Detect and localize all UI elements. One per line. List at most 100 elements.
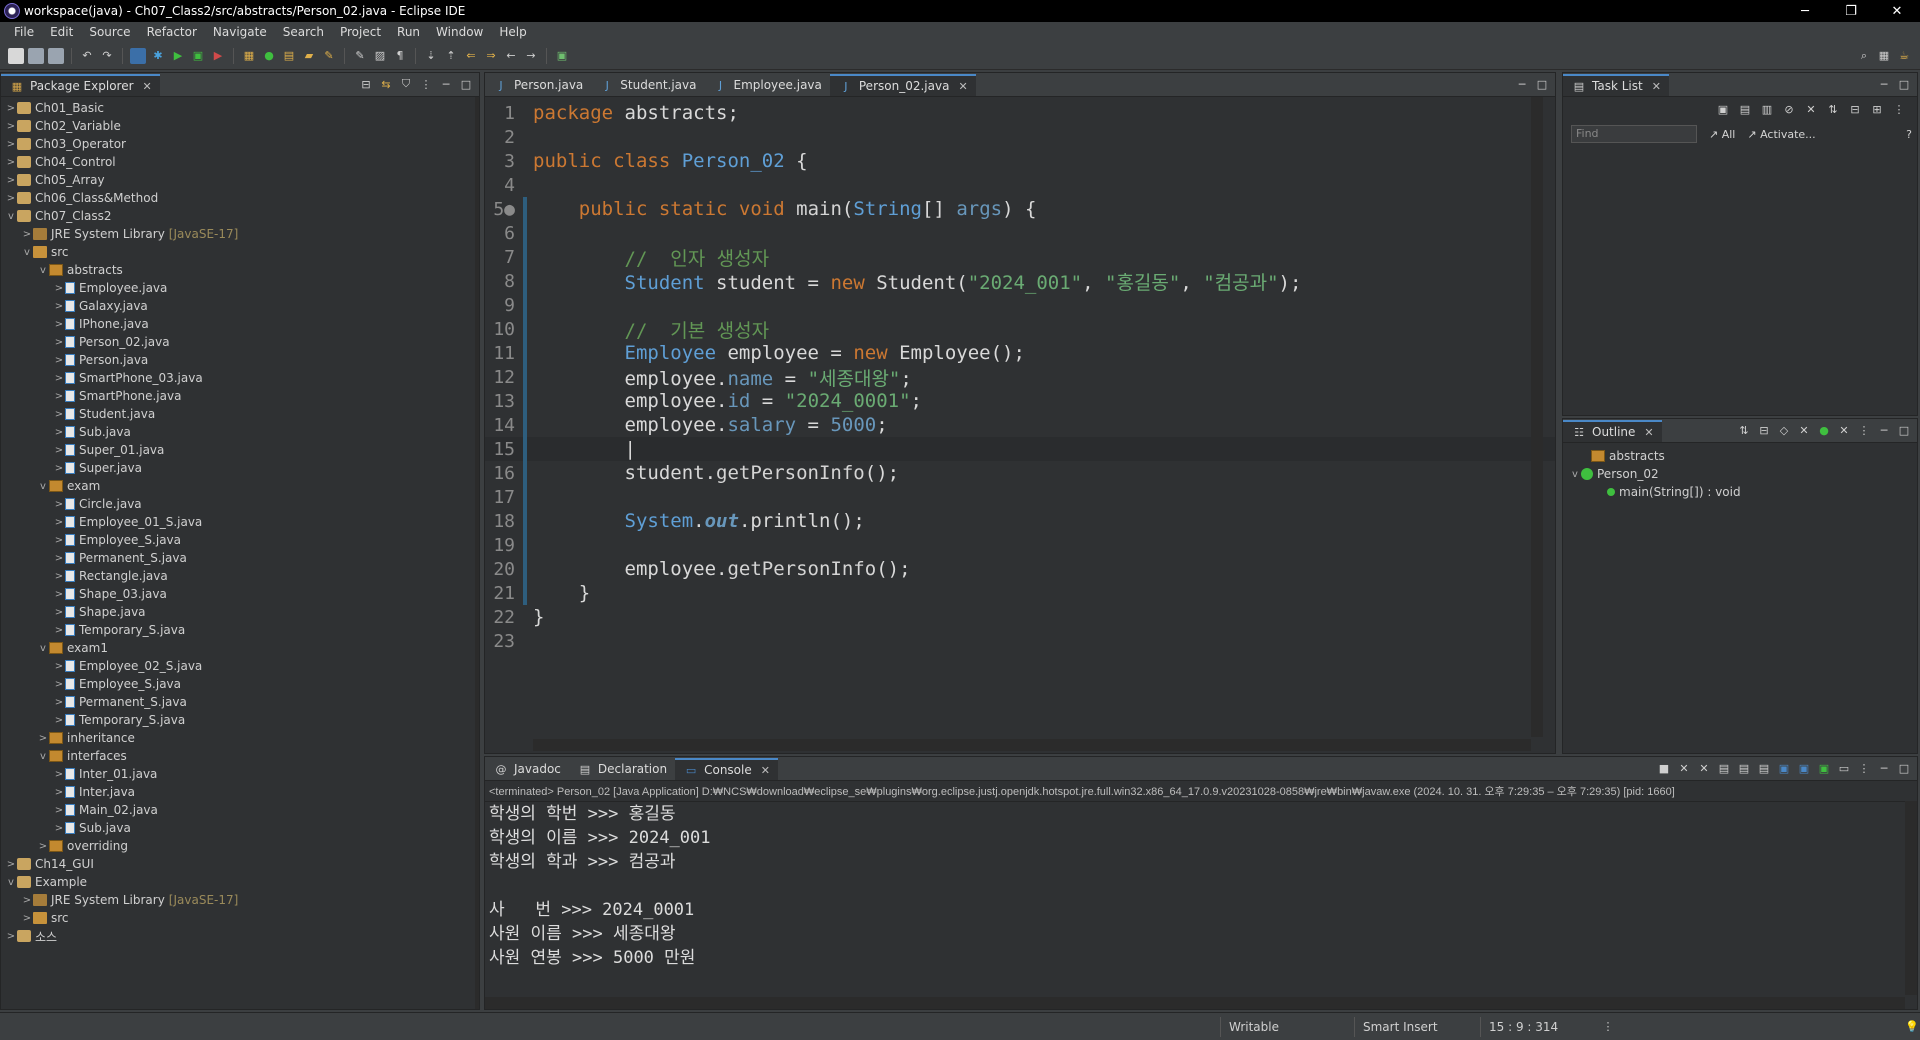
editor-tab[interactable]: J Person_02.java ✕	[829, 74, 976, 96]
tree-item[interactable]: > Inter_01.java	[1, 765, 479, 783]
menu-navigate[interactable]: Navigate	[205, 25, 275, 39]
menu-run[interactable]: Run	[389, 25, 428, 39]
tree-item[interactable]: v exam	[1, 477, 479, 495]
menu-edit[interactable]: Edit	[42, 25, 81, 39]
chevron-right-icon[interactable]: >	[53, 445, 65, 456]
chevron-right-icon[interactable]: >	[5, 139, 17, 150]
hide-completed-icon[interactable]: ⊘	[1781, 101, 1797, 117]
new-task-icon[interactable]: ▣	[1715, 101, 1731, 117]
console-vertical-scrollbar[interactable]	[1905, 801, 1917, 995]
remove-launch-icon[interactable]: ✕	[1677, 761, 1691, 775]
console-horizontal-scrollbar[interactable]	[485, 997, 1905, 1009]
minimize-icon[interactable]: ─	[1877, 77, 1891, 91]
save-all-icon[interactable]	[48, 47, 64, 64]
tree-item[interactable]: > Sub.java	[1, 819, 479, 837]
menu-source[interactable]: Source	[81, 25, 138, 39]
tree-item[interactable]: > SmartPhone.java	[1, 387, 479, 405]
open-folder-icon[interactable]: ▰	[301, 48, 317, 64]
tree-item[interactable]: > Person.java	[1, 351, 479, 369]
tree-item[interactable]: > JRE System Library [JavaSE-17]	[1, 891, 479, 909]
editor-vertical-scrollbar[interactable]	[1531, 97, 1543, 737]
sort-icon[interactable]: ⇅	[1737, 423, 1751, 437]
code-line[interactable]: 13 employee.id = "2024_0001";	[485, 389, 1555, 413]
tree-item[interactable]: > Galaxy.java	[1, 297, 479, 315]
chevron-right-icon[interactable]: >	[5, 157, 17, 168]
code-line[interactable]: 9	[485, 293, 1555, 317]
link-editor-icon[interactable]: ⇆	[379, 77, 393, 91]
clear-console-icon[interactable]: ▤	[1717, 761, 1731, 775]
forward-icon[interactable]: ⇒	[483, 48, 499, 64]
chevron-down-icon[interactable]: v	[37, 643, 49, 654]
view-menu-icon[interactable]: ⋮	[1857, 423, 1871, 437]
code-line[interactable]: 12 employee.name = "세종대왕";	[485, 365, 1555, 390]
menu-window[interactable]: Window	[428, 25, 491, 39]
tree-item[interactable]: > Employee.java	[1, 279, 479, 297]
toggle-mark-icon[interactable]: ✎	[352, 48, 368, 64]
pin-editor-icon[interactable]: ▣	[554, 48, 570, 64]
code-line[interactable]: 2	[485, 125, 1555, 149]
chevron-down-icon[interactable]: v	[1569, 469, 1581, 480]
tree-item[interactable]: > Ch02_Variable	[1, 117, 479, 135]
tree-item[interactable]: > Employee_S.java	[1, 531, 479, 549]
tree-item[interactable]: > Circle.java	[1, 495, 479, 513]
tab-package-explorer[interactable]: ▦ Package Explorer ✕	[1, 74, 160, 96]
chevron-down-icon[interactable]: v	[37, 751, 49, 762]
chevron-right-icon[interactable]: >	[5, 103, 17, 114]
tree-item[interactable]: > Employee_01_S.java	[1, 513, 479, 531]
next-annotation-icon[interactable]: ⇣	[423, 48, 439, 64]
chevron-right-icon[interactable]: >	[53, 589, 65, 600]
code-line[interactable]: 3 public class Person_02 {	[485, 149, 1555, 173]
chevron-right-icon[interactable]: >	[53, 625, 65, 636]
menu-refactor[interactable]: Refactor	[139, 25, 205, 39]
code-line[interactable]: 7 // 인자 생성자	[485, 245, 1555, 270]
chevron-right-icon[interactable]: >	[53, 553, 65, 564]
menu-project[interactable]: Project	[332, 25, 389, 39]
outline-item-class[interactable]: v Person_02	[1563, 465, 1917, 483]
close-icon[interactable]: ✕	[1644, 426, 1653, 439]
tree-item[interactable]: > SmartPhone_03.java	[1, 369, 479, 387]
tree-item[interactable]: > IPhone.java	[1, 315, 479, 333]
word-wrap-icon[interactable]: ▤	[1757, 761, 1771, 775]
new-icon[interactable]	[8, 47, 24, 64]
code-line[interactable]: 5● public static void main(String[] args…	[485, 197, 1555, 221]
chevron-right-icon[interactable]: >	[53, 805, 65, 816]
minimize-button[interactable]: ─	[1782, 0, 1828, 22]
minimize-icon[interactable]: ─	[439, 77, 453, 91]
outline-item-method[interactable]: main(String[]) : void	[1563, 483, 1917, 501]
tree-item[interactable]: > Sub.java	[1, 423, 479, 441]
tree-item[interactable]: > Super.java	[1, 459, 479, 477]
tree-item[interactable]: v Example	[1, 873, 479, 891]
close-icon[interactable]: ✕	[143, 80, 152, 93]
close-button[interactable]: ✕	[1874, 0, 1920, 22]
chevron-right-icon[interactable]: >	[53, 463, 65, 474]
tree-item[interactable]: > Employee_02_S.java	[1, 657, 479, 675]
code-line[interactable]: 16 student.getPersonInfo();	[485, 461, 1555, 485]
hide-static-icon[interactable]: ✕	[1797, 423, 1811, 437]
chevron-right-icon[interactable]: >	[37, 733, 49, 744]
tree-item[interactable]: > Temporary_S.java	[1, 711, 479, 729]
editor-tab[interactable]: J Person.java	[485, 74, 591, 96]
tab-task-list[interactable]: ▤ Task List ✕	[1563, 74, 1669, 96]
chevron-right-icon[interactable]: >	[21, 913, 33, 924]
close-icon[interactable]: ✕	[958, 80, 967, 93]
tree-item[interactable]: > Person_02.java	[1, 333, 479, 351]
tree-item[interactable]: > Super_01.java	[1, 441, 479, 459]
code-line[interactable]: 21 }	[485, 581, 1555, 605]
tree-item[interactable]: > Main_02.java	[1, 801, 479, 819]
tree-item[interactable]: v interfaces	[1, 747, 479, 765]
editor-horizontal-scrollbar[interactable]	[533, 739, 1531, 751]
chevron-down-icon[interactable]: v	[37, 265, 49, 276]
chevron-right-icon[interactable]: >	[53, 373, 65, 384]
code-line[interactable]: 8 Student student = new Student("2024_00…	[485, 269, 1555, 294]
tree-item[interactable]: v src	[1, 243, 479, 261]
remove-all-icon[interactable]: ✕	[1697, 761, 1711, 775]
new-java-project-icon[interactable]: ▦	[241, 48, 257, 64]
tab-outline[interactable]: ☷ Outline ✕	[1563, 420, 1662, 442]
run-icon[interactable]: ▶	[170, 48, 186, 64]
hide-local-types-icon[interactable]: ✕	[1837, 423, 1851, 437]
pin-console-icon[interactable]: ▣	[1777, 761, 1791, 775]
categorize-icon[interactable]: ▤	[1737, 101, 1753, 117]
undo-icon[interactable]: ↶	[79, 48, 95, 64]
chevron-right-icon[interactable]: >	[53, 787, 65, 798]
focus-icon[interactable]: ✕	[1803, 101, 1819, 117]
